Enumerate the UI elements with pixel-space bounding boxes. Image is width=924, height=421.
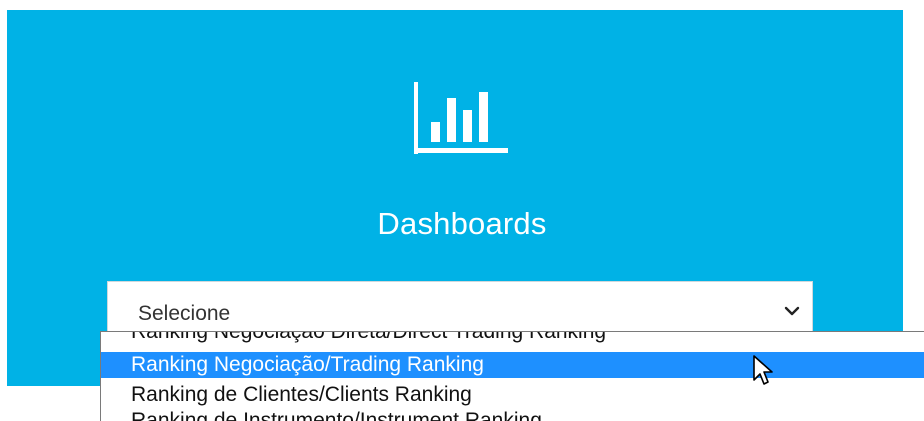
dropdown-option-clients-ranking[interactable]: Ranking de Clientes/Clients Ranking: [101, 382, 924, 408]
dropdown-option-trading-ranking[interactable]: Ranking Negociação/Trading Ranking: [101, 352, 924, 378]
dropdown-option-instrument-ranking[interactable]: Ranking de Instrumento/Instrument Rankin…: [101, 408, 924, 421]
panel-title: Dashboards: [377, 206, 547, 241]
bar-chart-icon: [414, 82, 508, 154]
dropdown-list[interactable]: Ranking Negociação Direta/Direct Trading…: [100, 331, 924, 421]
page: Dashboards Selecione Ranking Negociação …: [0, 0, 924, 421]
mouse-pointer-icon: [753, 355, 773, 385]
select-current-value: Selecione: [138, 302, 231, 325]
dashboards-panel: Dashboards Selecione: [7, 10, 903, 386]
chevron-down-icon: [784, 306, 800, 316]
dropdown-option-direct-trading-ranking[interactable]: Ranking Negociação Direta/Direct Trading…: [101, 332, 924, 345]
